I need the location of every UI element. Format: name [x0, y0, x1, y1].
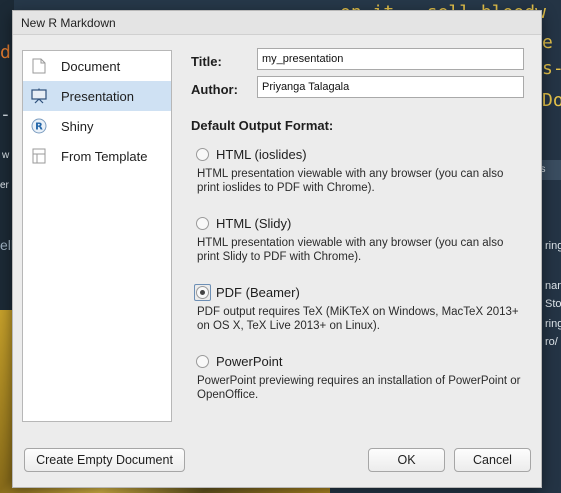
option-description: PowerPoint previewing requires an instal… — [197, 375, 521, 401]
template-icon — [31, 148, 47, 164]
option-label: PowerPoint — [216, 354, 283, 369]
dialog-title: New R Markdown — [13, 11, 541, 35]
radio-pdf-beamer[interactable] — [196, 286, 209, 299]
author-input[interactable] — [257, 76, 524, 98]
background-code-line: e F — [542, 32, 561, 53]
background-right-text: ring — [545, 240, 561, 252]
sidebar-item-document[interactable]: Document — [23, 51, 171, 81]
document-icon — [31, 58, 47, 74]
shiny-r-icon: R — [31, 118, 47, 134]
background-right-text: nan. — [545, 280, 561, 292]
sidebar-item-presentation[interactable]: Presentation — [23, 81, 171, 111]
template-type-list: Document Presentation R Shiny From Templ… — [22, 50, 172, 422]
sidebar-item-label: Shiny — [61, 118, 94, 134]
option-description: HTML presentation viewable with any brow… — [197, 237, 504, 263]
sidebar-item-shiny[interactable]: R Shiny — [23, 111, 171, 141]
radio-powerpoint[interactable] — [196, 355, 209, 368]
radio-html-ioslides[interactable] — [196, 148, 209, 161]
radio-html-slidy[interactable] — [196, 217, 209, 230]
background-code-line: Do — [542, 90, 561, 111]
option-description: HTML presentation viewable with any brow… — [197, 168, 504, 194]
option-description: PDF output requires TeX (MiKTeX on Windo… — [197, 306, 519, 332]
sidebar-item-label: Presentation — [61, 88, 134, 104]
ok-button[interactable]: OK — [368, 448, 445, 472]
background-right-text: ring — [545, 318, 561, 330]
presentation-icon — [31, 88, 47, 104]
svg-text:R: R — [35, 122, 43, 133]
background-code-line: s- — [542, 58, 561, 79]
output-format-heading: Default Output Format: — [191, 118, 334, 133]
create-empty-document-button[interactable]: Create Empty Document — [24, 448, 185, 472]
sidebar-item-label: From Template — [61, 148, 148, 164]
background-right-text: Sto — [545, 298, 561, 310]
title-input[interactable] — [257, 48, 524, 70]
option-label: PDF (Beamer) — [216, 285, 300, 300]
background-side-label: er — [0, 180, 9, 191]
option-label: HTML (ioslides) — [216, 147, 307, 162]
background-right-text: ro/ — [545, 336, 558, 348]
author-label: Author: — [191, 82, 238, 97]
sidebar-item-label: Document — [61, 58, 121, 74]
cancel-button[interactable]: Cancel — [454, 448, 531, 472]
new-r-markdown-dialog: New R Markdown Document Presentation R S… — [12, 10, 542, 488]
option-label: HTML (Slidy) — [216, 216, 292, 231]
background-side-label: w — [2, 150, 10, 161]
sidebar-item-from-template[interactable]: From Template — [23, 141, 171, 171]
title-label: Title: — [191, 54, 222, 69]
